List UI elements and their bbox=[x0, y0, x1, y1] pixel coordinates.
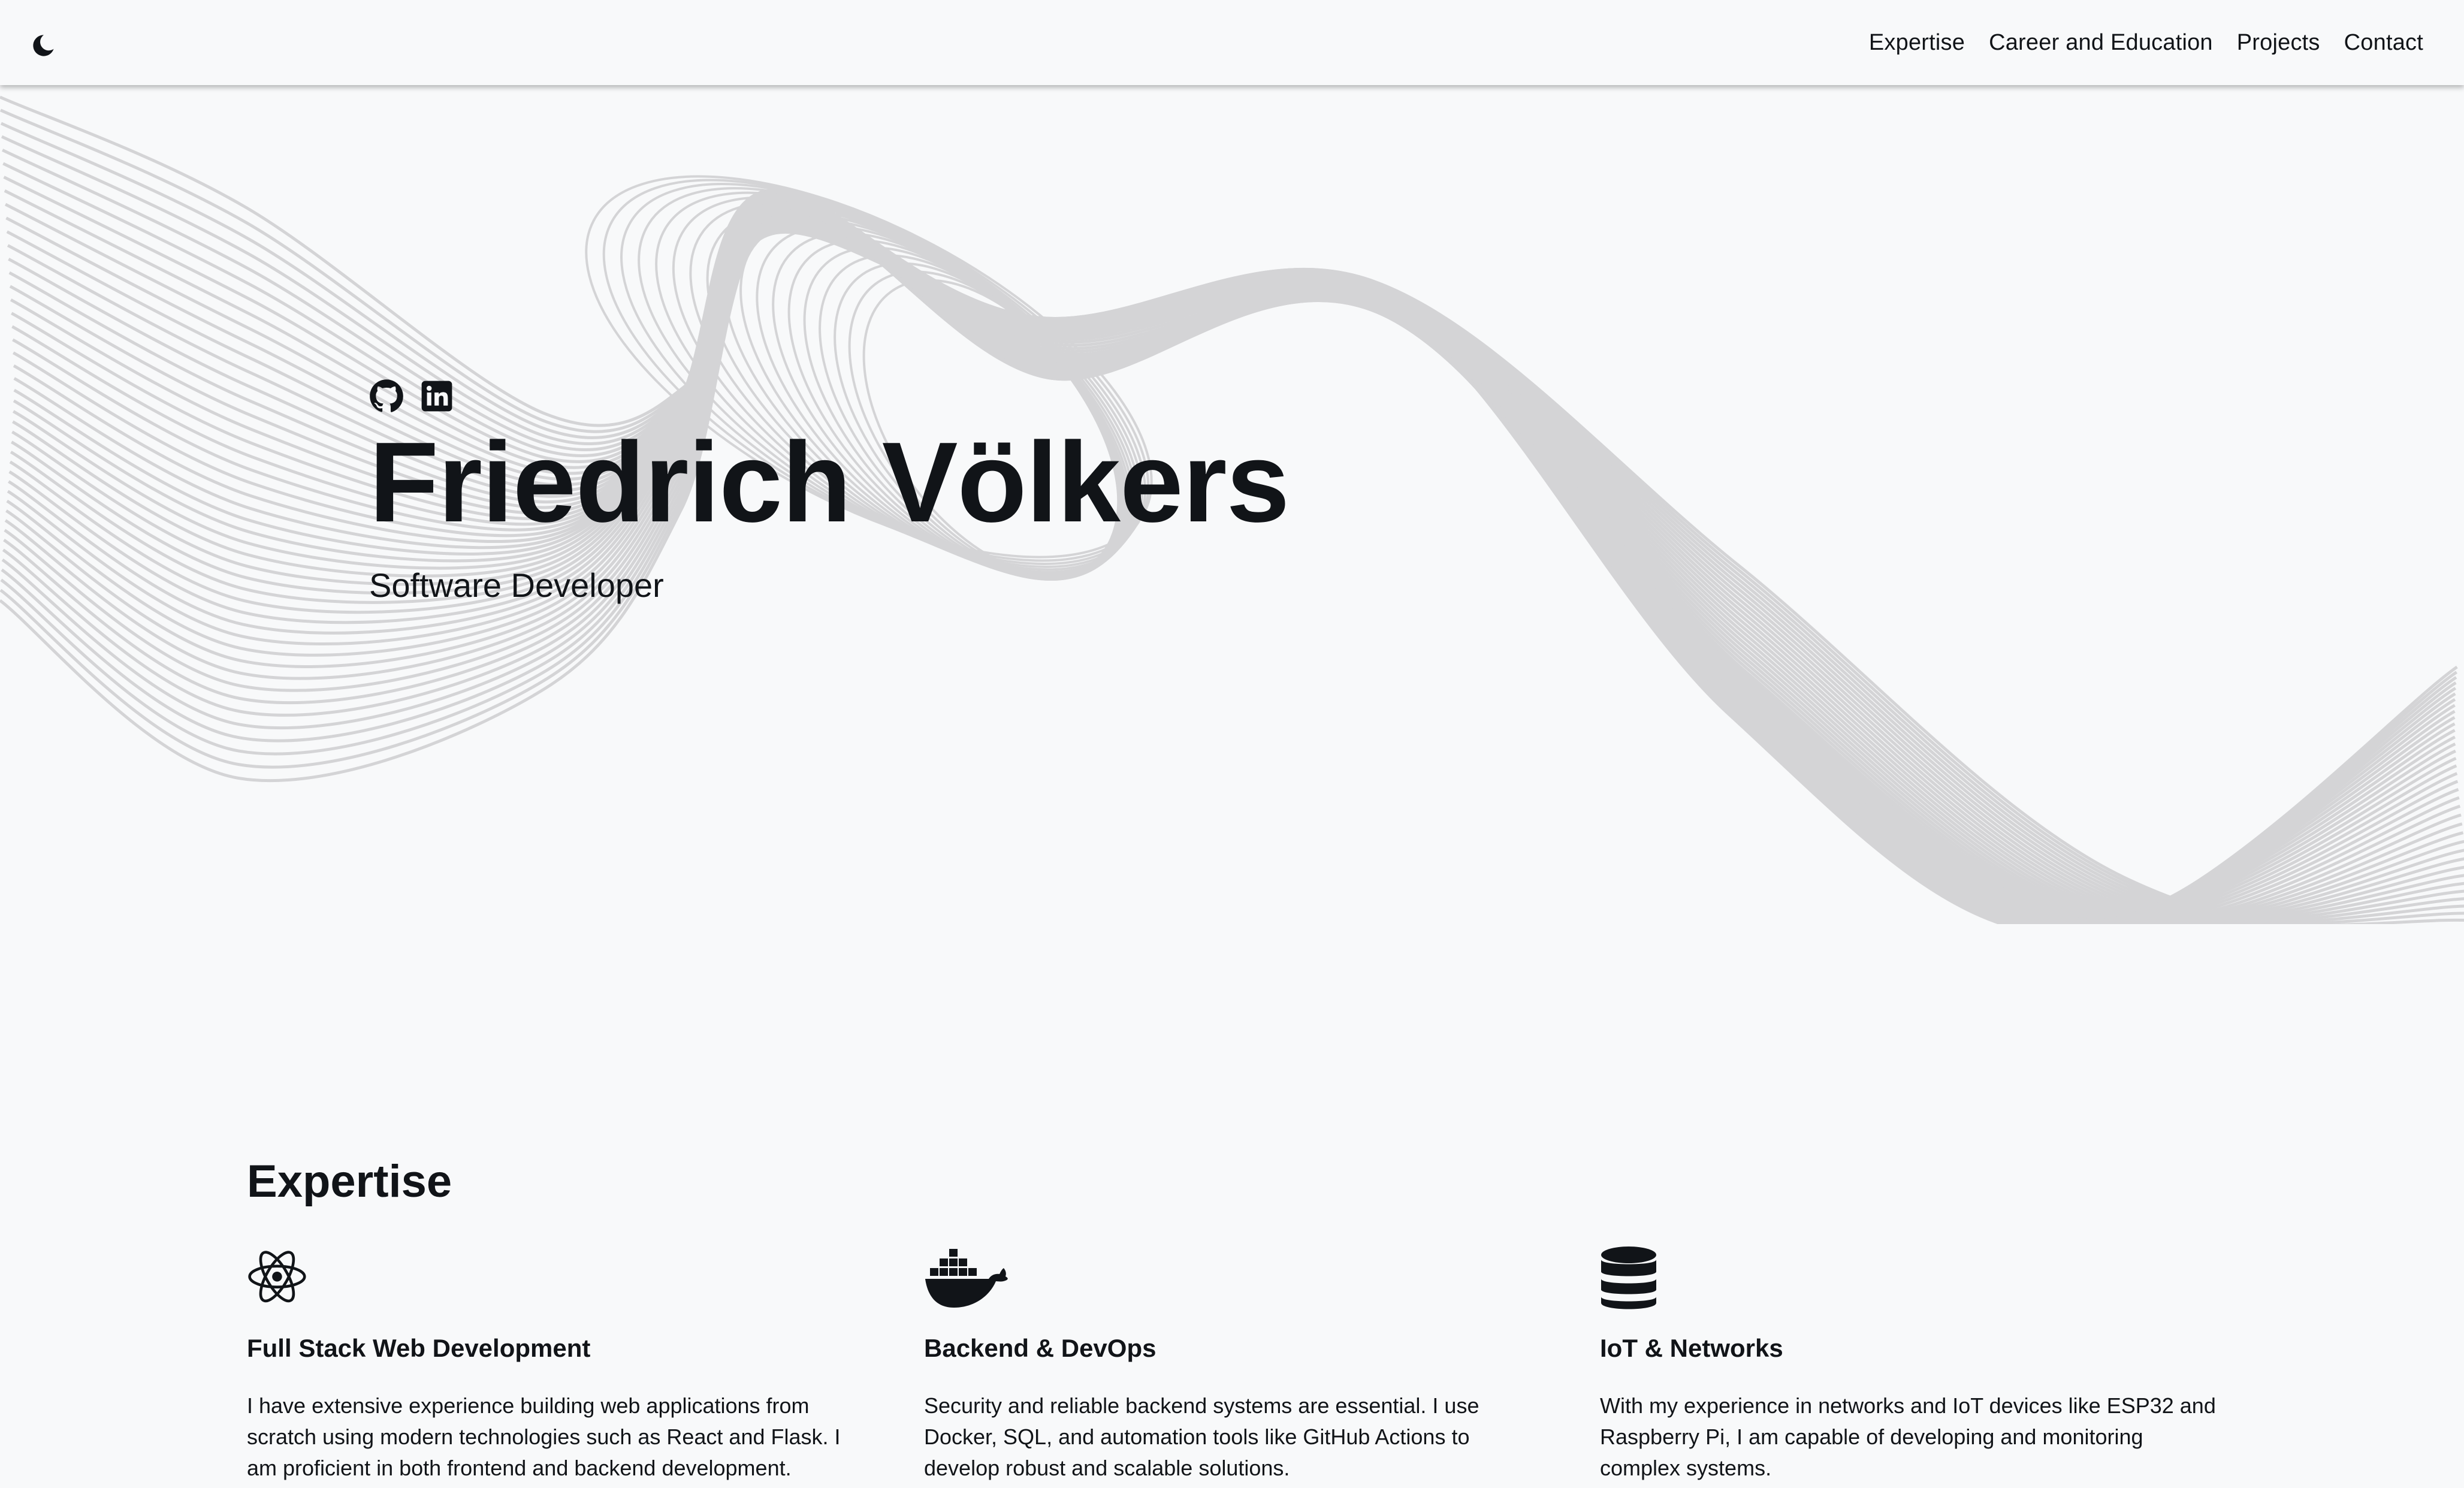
nav-link-career-education[interactable]: Career and Education bbox=[1977, 30, 2225, 56]
card-title: IoT & Networks bbox=[1600, 1334, 1783, 1362]
card-text: With my experience in networks and IoT d… bbox=[1600, 1393, 2216, 1480]
linkedin-icon[interactable] bbox=[419, 379, 454, 413]
docker-icon bbox=[925, 1249, 1008, 1308]
navbar: Expertise Career and Education Projects … bbox=[0, 0, 2464, 85]
social-links bbox=[369, 379, 1289, 413]
expertise-card: Full Stack Web Development I have extens… bbox=[247, 1245, 870, 1480]
nav-link-expertise[interactable]: Expertise bbox=[1857, 30, 1977, 56]
github-icon[interactable] bbox=[369, 379, 404, 413]
card-title: Backend & DevOps bbox=[924, 1334, 1156, 1362]
nav-link-projects[interactable]: Projects bbox=[2225, 30, 2332, 56]
card-text: I have extensive experience building web… bbox=[247, 1393, 841, 1480]
nav-links: Expertise Career and Education Projects … bbox=[1857, 0, 2423, 85]
expertise-card: IoT & Networks With my experience in net… bbox=[1600, 1245, 2223, 1480]
hero-title: Friedrich Völkers bbox=[369, 419, 1290, 546]
hero-section: Friedrich Völkers Software Developer bbox=[0, 85, 2464, 924]
expertise-section: Expertise Full Stack Web Development I h… bbox=[247, 1155, 2224, 1480]
expertise-card: Backend & DevOps Security and reliable b… bbox=[924, 1245, 1547, 1480]
hero-subtitle: Software Developer bbox=[369, 566, 664, 604]
nav-link-contact[interactable]: Contact bbox=[2332, 30, 2423, 56]
react-icon bbox=[248, 1251, 306, 1303]
moon-icon[interactable] bbox=[29, 31, 58, 60]
card-text: Security and reliable backend systems ar… bbox=[924, 1393, 1479, 1480]
section-title: Expertise bbox=[247, 1156, 452, 1207]
card-title: Full Stack Web Development bbox=[247, 1334, 591, 1362]
database-icon bbox=[1601, 1246, 1656, 1309]
hero-content: Friedrich Völkers Software Developer bbox=[369, 379, 1290, 605]
